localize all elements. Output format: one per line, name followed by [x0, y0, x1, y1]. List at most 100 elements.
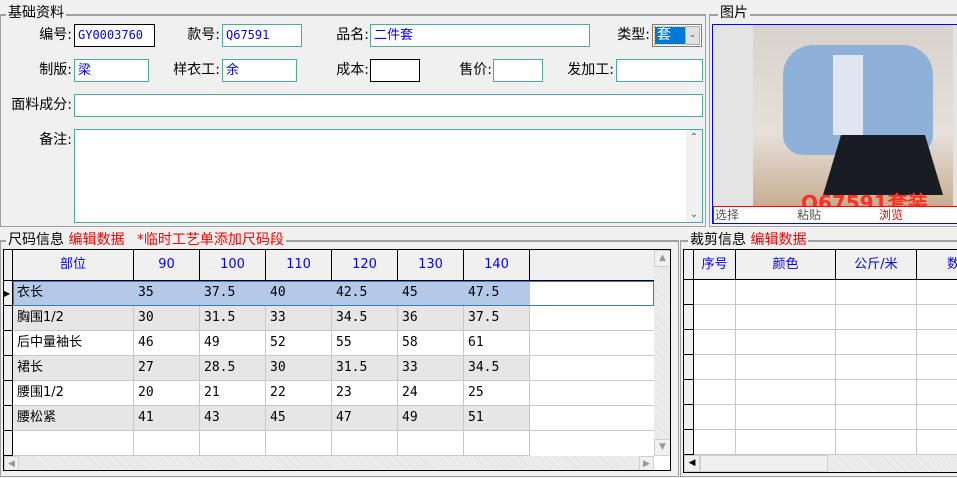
size-edit-link[interactable]: 编辑数据: [68, 232, 124, 248]
row-indicator[interactable]: [684, 355, 694, 380]
row-indicator[interactable]: [4, 431, 13, 456]
cost-field[interactable]: [370, 59, 420, 82]
column-header[interactable]: 序号: [694, 250, 736, 280]
row-indicator[interactable]: [4, 306, 13, 331]
table-cell[interactable]: 37.5: [464, 306, 530, 331]
column-header[interactable]: 90: [134, 250, 200, 281]
empty-cell[interactable]: [917, 430, 957, 455]
remark-scrollbar[interactable]: ⌃ ⌄: [686, 130, 702, 222]
table-cell[interactable]: 22: [266, 381, 332, 406]
scroll-up-icon[interactable]: ▲: [654, 250, 670, 267]
empty-cell[interactable]: [736, 280, 836, 305]
empty-cell[interactable]: [464, 431, 530, 456]
code-field[interactable]: GY0003760: [74, 24, 155, 47]
empty-cell[interactable]: [134, 431, 200, 456]
fabric-field[interactable]: [74, 94, 703, 117]
pattern-field[interactable]: 梁: [74, 59, 149, 82]
table-cell[interactable]: 23: [332, 381, 398, 406]
row-indicator[interactable]: [684, 330, 694, 355]
column-header[interactable]: 130: [398, 250, 464, 281]
paste-image-button[interactable]: 粘贴: [797, 207, 821, 223]
table-cell[interactable]: 47: [332, 406, 398, 431]
table-cell[interactable]: 49: [200, 331, 266, 356]
vertical-scrollbar[interactable]: [654, 250, 670, 456]
table-cell[interactable]: 58: [398, 331, 464, 356]
column-header[interactable]: 110: [266, 250, 332, 281]
table-cell[interactable]: 34.5: [464, 356, 530, 381]
empty-cell[interactable]: [694, 355, 736, 380]
empty-cell[interactable]: [13, 431, 134, 456]
column-header[interactable]: 100: [200, 250, 266, 281]
scroll-down-icon[interactable]: ⌄: [686, 209, 702, 220]
row-indicator[interactable]: [4, 331, 13, 356]
table-cell[interactable]: 43: [200, 406, 266, 431]
table-cell[interactable]: 25: [464, 381, 530, 406]
row-indicator[interactable]: [4, 406, 13, 431]
scroll-down-icon[interactable]: ▼: [654, 439, 670, 456]
empty-cell[interactable]: [836, 430, 917, 455]
table-cell[interactable]: 27: [134, 356, 200, 381]
column-header[interactable]: 公斤/米: [836, 250, 917, 280]
table-cell[interactable]: 34.5: [332, 306, 398, 331]
table-cell[interactable]: 52: [266, 331, 332, 356]
table-cell[interactable]: 45: [266, 406, 332, 431]
select-image-button[interactable]: 选择: [715, 207, 739, 223]
row-indicator[interactable]: [684, 280, 694, 305]
table-cell[interactable]: 30: [134, 306, 200, 331]
type-select[interactable]: 套 ⌄: [652, 24, 702, 47]
table-cell[interactable]: 51: [464, 406, 530, 431]
style-field[interactable]: Q67591: [222, 24, 302, 47]
empty-cell[interactable]: [266, 431, 332, 456]
empty-cell[interactable]: [736, 405, 836, 430]
horizontal-scrollbar[interactable]: [4, 456, 654, 470]
name-field[interactable]: 二件套: [370, 24, 590, 47]
empty-cell[interactable]: [836, 330, 917, 355]
table-cell[interactable]: 49: [398, 406, 464, 431]
scroll-right-icon[interactable]: ▶: [639, 456, 654, 470]
column-header[interactable]: 部位: [13, 250, 134, 281]
scroll-up-icon[interactable]: ⌃: [686, 132, 702, 143]
empty-cell[interactable]: [917, 330, 957, 355]
empty-cell[interactable]: [917, 355, 957, 380]
table-cell[interactable]: 30: [266, 356, 332, 381]
empty-cell[interactable]: [917, 380, 957, 405]
sampler-field[interactable]: 余: [222, 59, 297, 82]
current-row-arrow-icon[interactable]: ▶: [4, 281, 13, 306]
empty-cell[interactable]: [694, 280, 736, 305]
remark-textarea[interactable]: [74, 129, 703, 223]
cut-grid[interactable]: 序号颜色公斤/米数量 ◀: [683, 249, 957, 473]
table-cell[interactable]: 21: [200, 381, 266, 406]
table-cell[interactable]: 20: [134, 381, 200, 406]
table-cell[interactable]: 46: [134, 331, 200, 356]
table-cell[interactable]: 腰围1/2: [13, 381, 134, 406]
row-indicator[interactable]: [684, 305, 694, 330]
row-indicator[interactable]: [4, 381, 13, 406]
browse-image-button[interactable]: 浏览: [879, 207, 903, 223]
empty-cell[interactable]: [694, 305, 736, 330]
cut-edit-link[interactable]: 编辑数据: [750, 232, 806, 248]
column-header[interactable]: 颜色: [736, 250, 836, 280]
empty-cell[interactable]: [332, 431, 398, 456]
empty-cell[interactable]: [836, 280, 917, 305]
column-header[interactable]: 140: [464, 250, 530, 281]
empty-cell[interactable]: [836, 380, 917, 405]
column-header[interactable]: 120: [332, 250, 398, 281]
empty-cell[interactable]: [917, 280, 957, 305]
empty-cell[interactable]: [694, 330, 736, 355]
table-cell[interactable]: 41: [134, 406, 200, 431]
column-header[interactable]: 数量: [917, 250, 957, 280]
table-cell[interactable]: 胸围1/2: [13, 306, 134, 331]
empty-cell[interactable]: [836, 355, 917, 380]
table-cell[interactable]: 裙长: [13, 356, 134, 381]
empty-cell[interactable]: [917, 405, 957, 430]
row-indicator[interactable]: [684, 380, 694, 405]
empty-cell[interactable]: [836, 405, 917, 430]
row-indicator[interactable]: [684, 430, 694, 455]
table-cell[interactable]: 后中量袖长: [13, 331, 134, 356]
empty-cell[interactable]: [736, 380, 836, 405]
empty-cell[interactable]: [200, 431, 266, 456]
table-cell[interactable]: 33: [266, 306, 332, 331]
empty-cell[interactable]: [917, 305, 957, 330]
empty-cell[interactable]: [694, 430, 736, 455]
empty-cell[interactable]: [736, 430, 836, 455]
